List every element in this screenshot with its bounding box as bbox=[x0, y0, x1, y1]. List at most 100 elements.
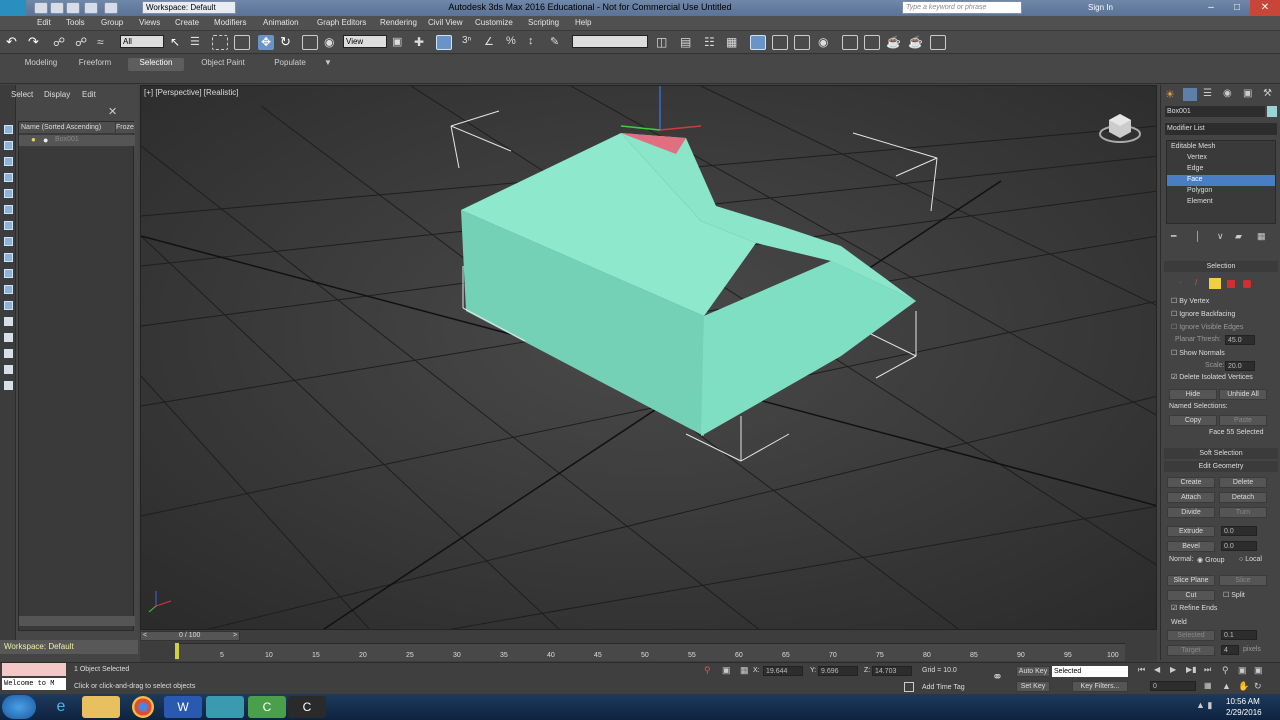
explorer-filter-icon-15[interactable] bbox=[4, 349, 13, 358]
time-tag-icon[interactable] bbox=[904, 682, 914, 692]
modifier-list-dropdown[interactable]: Modifier List bbox=[1165, 123, 1277, 135]
tab-selection[interactable]: Selection bbox=[128, 58, 184, 71]
edit-geometry-rollout-header[interactable]: Edit Geometry bbox=[1164, 461, 1278, 472]
align-icon[interactable]: ▤ bbox=[680, 35, 696, 50]
bevel-spinner[interactable]: 0.0 bbox=[1221, 541, 1257, 551]
remove-modifier-icon[interactable]: ▰ bbox=[1235, 231, 1242, 242]
undo-tool-icon[interactable]: ↶ bbox=[6, 35, 22, 50]
edit-named-selection-icon[interactable]: ✎ bbox=[550, 35, 566, 50]
slice-plane-button[interactable]: Slice Plane bbox=[1167, 575, 1215, 586]
perspective-viewport[interactable]: [+] [Perspective] [Realistic] bbox=[140, 85, 1157, 630]
select-and-scale-icon[interactable] bbox=[302, 35, 318, 50]
menu-customize[interactable]: Customize bbox=[475, 18, 513, 27]
zoom-all-icon[interactable]: ▣ bbox=[1238, 665, 1247, 676]
transform-type-in-icon[interactable]: ▦ bbox=[740, 665, 749, 676]
select-object-icon[interactable]: ↖ bbox=[170, 35, 186, 50]
face-mode-icon[interactable] bbox=[1209, 278, 1221, 289]
menu-tools[interactable]: Tools bbox=[66, 18, 85, 27]
explorer-filter-icon-5[interactable] bbox=[4, 189, 13, 198]
explorer-filter-icon-11[interactable] bbox=[4, 285, 13, 294]
object-color-swatch[interactable] bbox=[1267, 106, 1277, 117]
bevel-button[interactable]: Bevel bbox=[1167, 541, 1215, 552]
search-input[interactable]: Type a keyword or phrase bbox=[902, 1, 1022, 14]
unlink-icon[interactable]: ☍ bbox=[75, 35, 91, 50]
layer-explorer-icon[interactable]: ☷ bbox=[704, 35, 720, 50]
display-tab-icon[interactable]: ▣ bbox=[1243, 88, 1257, 101]
explorer-close-icon[interactable]: ✕ bbox=[108, 105, 117, 118]
weld-selected-button[interactable]: Selected bbox=[1167, 630, 1215, 641]
detach-button[interactable]: Detach bbox=[1219, 492, 1267, 503]
camtasia-recorder-icon[interactable]: C bbox=[248, 696, 286, 718]
hide-button[interactable]: Hide bbox=[1169, 389, 1217, 400]
normal-local-radio[interactable]: ○ Local bbox=[1239, 556, 1262, 563]
split-checkbox[interactable]: ☐ Split bbox=[1223, 591, 1245, 599]
stack-face[interactable]: Face bbox=[1167, 175, 1275, 186]
material-editor-icon[interactable]: ◉ bbox=[818, 35, 834, 50]
y-coordinate-field[interactable]: 9.696 bbox=[818, 666, 858, 676]
scene-explorer-icon[interactable]: ▦ bbox=[726, 35, 742, 50]
zoom-icon[interactable]: ⚲ bbox=[1222, 665, 1229, 676]
menu-modifiers[interactable]: Modifiers bbox=[214, 18, 246, 27]
planar-thresh-spinner[interactable]: 45.0 bbox=[1225, 335, 1255, 345]
window-crossing-icon[interactable] bbox=[234, 35, 250, 50]
tab-object-paint[interactable]: Object Paint bbox=[192, 58, 254, 71]
angle-snap-icon[interactable]: ∠ bbox=[484, 35, 500, 50]
previous-frame-icon[interactable]: ◀ bbox=[1154, 665, 1160, 674]
explorer-filter-icon-4[interactable] bbox=[4, 173, 13, 182]
curve-editor-icon[interactable] bbox=[772, 35, 788, 50]
time-config-icon[interactable]: ▦ bbox=[1204, 681, 1212, 690]
menu-help[interactable]: Help bbox=[575, 18, 591, 27]
graphite-toggle-icon[interactable] bbox=[750, 35, 766, 50]
explorer-menu-select[interactable]: Select bbox=[11, 90, 33, 99]
explorer-menu-edit[interactable]: Edit bbox=[82, 90, 96, 99]
explorer-filter-icon-13[interactable] bbox=[4, 317, 13, 326]
snaps-toggle-icon[interactable]: 3ⁿ bbox=[462, 35, 478, 50]
slice-button[interactable]: Slice bbox=[1219, 575, 1267, 586]
maxscript-input[interactable]: Welcome to M bbox=[2, 678, 66, 690]
spinner-snap-icon[interactable]: ↕ bbox=[528, 35, 544, 50]
object-name-field[interactable]: Box001 bbox=[1165, 106, 1265, 117]
orbit-icon[interactable]: ↻ bbox=[1254, 681, 1262, 692]
auto-key-button[interactable]: Auto Key bbox=[1016, 666, 1050, 677]
named-selection-sets-dropdown[interactable] bbox=[572, 35, 648, 48]
explorer-filter-icon-2[interactable] bbox=[4, 141, 13, 150]
configure-modifier-sets-icon[interactable]: ▦ bbox=[1257, 231, 1266, 242]
ignore-visible-edges-checkbox[interactable]: ☐ Ignore Visible Edges bbox=[1171, 323, 1243, 331]
explorer-filter-icon-6[interactable] bbox=[4, 205, 13, 214]
tab-modeling[interactable]: Modeling bbox=[14, 58, 68, 71]
maximize-button[interactable]: □ bbox=[1224, 0, 1250, 16]
weld-target-button[interactable]: Target bbox=[1167, 645, 1215, 656]
camtasia-studio-icon[interactable]: C bbox=[288, 696, 326, 718]
rendered-frame-window-icon[interactable] bbox=[864, 35, 880, 50]
copy-button[interactable]: Copy bbox=[1169, 415, 1217, 426]
explorer-filter-icon-10[interactable] bbox=[4, 269, 13, 278]
menu-animation[interactable]: Animation bbox=[263, 18, 299, 27]
explorer-filter-icon-16[interactable] bbox=[4, 365, 13, 374]
isolate-icon[interactable]: ⚲ bbox=[704, 665, 711, 676]
workspace-dropdown[interactable]: Workspace: Default bbox=[142, 1, 236, 14]
unhide-all-button[interactable]: Unhide All bbox=[1219, 389, 1267, 400]
zoom-extents-icon[interactable]: ▣ bbox=[1254, 665, 1263, 676]
explorer-hscroll[interactable] bbox=[19, 616, 135, 626]
normal-group-radio[interactable]: ◉ Group bbox=[1197, 556, 1225, 564]
tab-populate[interactable]: Populate bbox=[262, 58, 318, 71]
explorer-filter-icon-7[interactable] bbox=[4, 221, 13, 230]
stack-element[interactable]: Element bbox=[1187, 198, 1213, 205]
divide-button[interactable]: Divide bbox=[1167, 507, 1215, 518]
show-normals-checkbox[interactable]: ☐ Show Normals bbox=[1171, 349, 1225, 357]
menu-views[interactable]: Views bbox=[139, 18, 160, 27]
menu-civil-view[interactable]: Civil View bbox=[428, 18, 463, 27]
new-file-icon[interactable] bbox=[34, 2, 48, 14]
scale-spinner[interactable]: 20.0 bbox=[1225, 361, 1255, 371]
key-set-dropdown[interactable]: Selected bbox=[1052, 666, 1128, 677]
time-slider-next[interactable]: > bbox=[233, 632, 237, 639]
minimize-button[interactable]: – bbox=[1198, 0, 1224, 16]
menu-rendering[interactable]: Rendering bbox=[380, 18, 417, 27]
open-file-icon[interactable] bbox=[50, 2, 64, 14]
refine-ends-checkbox[interactable]: ☑ Refine Ends bbox=[1171, 604, 1217, 612]
selection-filter-dropdown[interactable]: All bbox=[120, 35, 164, 48]
polygon-mode-icon[interactable] bbox=[1227, 280, 1235, 288]
explorer-menu-display[interactable]: Display bbox=[44, 90, 70, 99]
select-and-move-icon[interactable]: ✥ bbox=[258, 35, 274, 50]
viewport-label[interactable]: [+] [Perspective] [Realistic] bbox=[144, 88, 238, 97]
